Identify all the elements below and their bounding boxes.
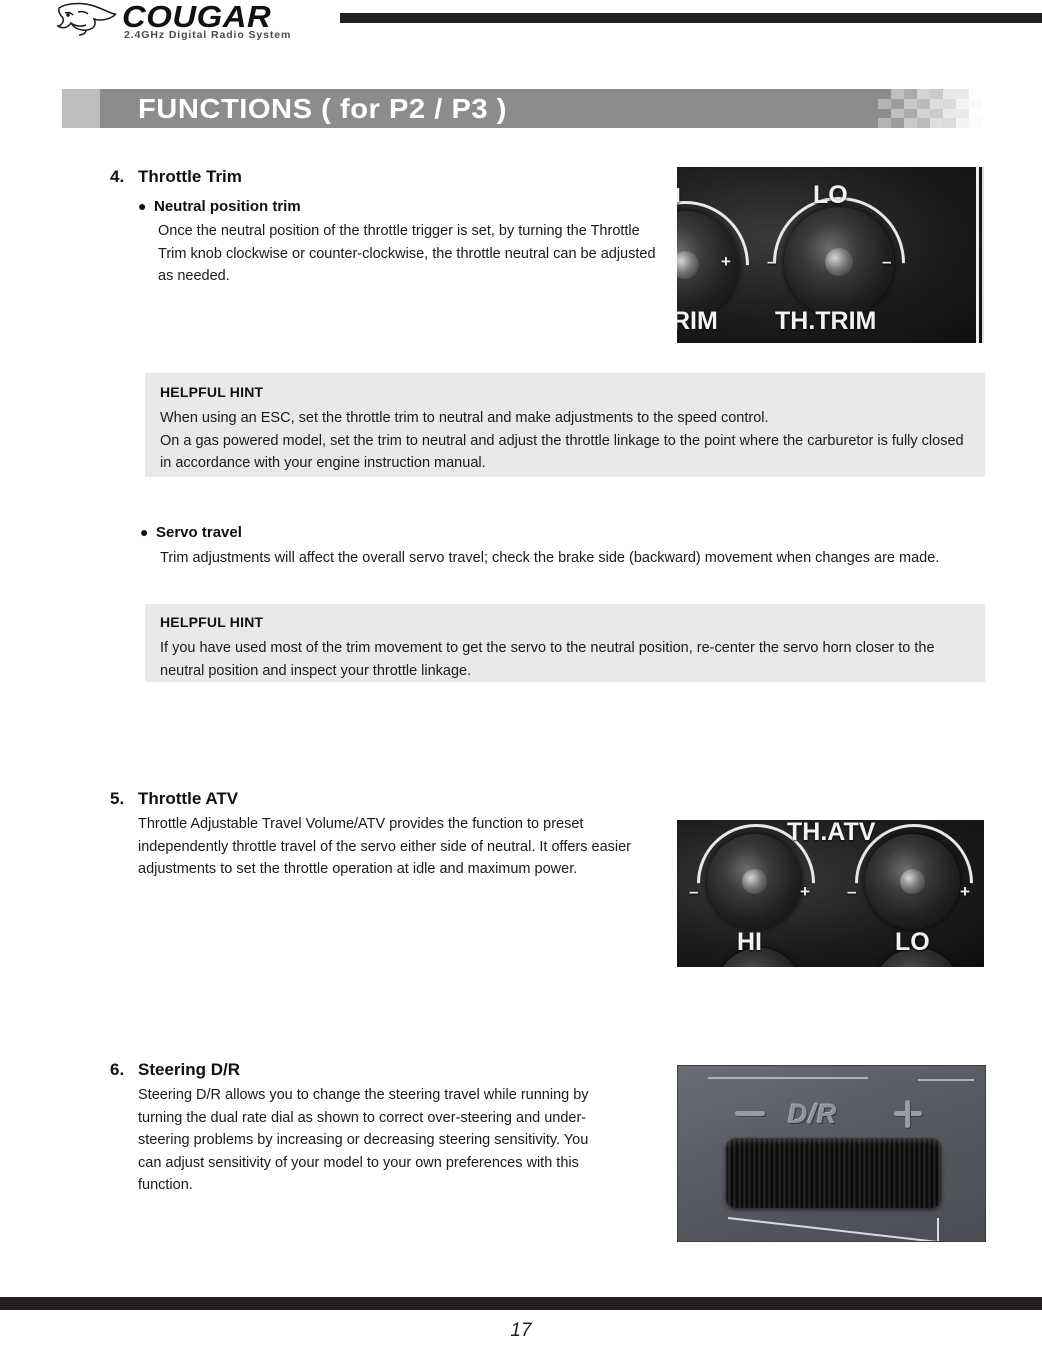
checker-cell: [917, 89, 930, 99]
photo-edge-line-2: [982, 167, 984, 343]
footer-rule: [0, 1297, 1042, 1310]
section-6-body: Steering D/R allows you to change the st…: [138, 1087, 589, 1193]
checker-cell: [930, 118, 943, 128]
section-5-title: Throttle ATV: [138, 789, 239, 808]
checker-cell: [969, 98, 982, 109]
photo-sign-atv-plus-right: +: [960, 882, 970, 901]
dr-hairline-marks: [727, 1217, 939, 1241]
section-5-body: Throttle Adjustable Travel Volume/ATV pr…: [138, 816, 632, 877]
bullet-neutral-position-trim: ● Neutral position trim: [138, 198, 301, 215]
section-5-heading: 5. Throttle ATV: [110, 789, 238, 809]
checker-cell: [878, 108, 891, 119]
checker-cell: [891, 108, 904, 119]
section-4-servo-travel-body: Trim adjustments will affect the overall…: [160, 550, 940, 566]
checker-cell: [956, 98, 969, 109]
photo-label-hi-partial: I: [677, 185, 681, 207]
section-4-number: 4.: [110, 167, 125, 186]
brand-tagline: 2.4GHz Digital Radio System: [124, 29, 292, 41]
checker-pattern: [878, 89, 982, 128]
banner-left-accent-block: [62, 89, 100, 128]
checker-cell: [943, 89, 956, 99]
page-number: 17: [510, 1320, 532, 1341]
checker-cell: [878, 118, 891, 128]
checker-cell: [917, 118, 930, 128]
section-6-title: Steering D/R: [138, 1060, 241, 1079]
checker-cell: [891, 89, 904, 99]
brand-wordmark: COUGAR: [122, 0, 272, 34]
photo-sign-plus: +: [721, 252, 731, 271]
photo-edge-line-1: [976, 167, 979, 343]
photo-sign-minus-left: –: [767, 252, 777, 271]
hint-1-body: When using an ESC, set the throttle trim…: [160, 410, 964, 471]
checker-cell: [930, 89, 943, 99]
checker-cell: [969, 89, 982, 99]
checker-cell: [943, 98, 956, 109]
checker-cell: [943, 108, 956, 119]
bullet-neutral-position-trim-label: Neutral position trim: [154, 198, 301, 215]
checker-cell: [904, 108, 917, 119]
hint-2-title: HELPFUL HINT: [160, 614, 264, 630]
brand-logo: COUGAR 2.4GHz Digital Radio System: [56, 0, 346, 42]
section-4-heading: 4. Throttle Trim: [110, 167, 242, 187]
checker-cell: [969, 108, 982, 119]
checker-cell: [891, 98, 904, 109]
checker-cell: [891, 118, 904, 128]
bullet-dot-icon: ●: [138, 198, 147, 214]
section-4-neutral-trim-body: Once the neutral position of the throttl…: [158, 223, 656, 284]
checker-cell: [956, 108, 969, 119]
section-6-heading: 6. Steering D/R: [110, 1060, 240, 1080]
section-4-title: Throttle Trim: [138, 167, 242, 186]
checker-cell: [930, 98, 943, 109]
hint-1-title: HELPFUL HINT: [160, 384, 264, 400]
photo-sign-minus-right: –: [882, 252, 892, 271]
page-header: COUGAR 2.4GHz Digital Radio System: [0, 0, 1042, 60]
photo-label-lo: LO: [813, 181, 848, 209]
checker-cell: [904, 118, 917, 128]
photo-label-th-atv: TH.ATV: [787, 820, 876, 846]
cougar-head-icon: [56, 2, 117, 36]
bullet-servo-travel-label: Servo travel: [156, 524, 242, 541]
photo-sign-dr-plus-vertical: [905, 1100, 910, 1128]
photo-throttle-trim: I LO + – – RIM TH.TRIM: [677, 167, 984, 343]
checker-cell: [956, 89, 969, 99]
checker-cell: [956, 118, 969, 128]
section-6-number: 6.: [110, 1060, 125, 1079]
checker-cell: [878, 89, 891, 99]
section-5-number: 5.: [110, 789, 125, 808]
photo-label-dr: D/R: [788, 1099, 838, 1129]
checker-cell: [969, 118, 982, 128]
photo-label-lo: LO: [895, 928, 930, 956]
banner-title: FUNCTIONS ( for P2 / P3 ): [138, 93, 507, 124]
dr-dial: [726, 1138, 941, 1208]
checker-cell: [904, 98, 917, 109]
checker-cell: [878, 98, 891, 109]
photo-sign-dr-minus: [735, 1111, 765, 1116]
photo-label-hi: HI: [737, 928, 762, 956]
bullet-servo-travel: ● Servo travel: [140, 524, 242, 541]
photo-sign-atv-plus-left: +: [800, 882, 810, 901]
photo-steering-dr: D/R: [677, 1065, 986, 1242]
checker-cell: [930, 108, 943, 119]
checker-cell: [943, 118, 956, 128]
section-banner: FUNCTIONS ( for P2 / P3 ): [62, 89, 982, 128]
photo-label-th-trim: TH.TRIM: [775, 307, 877, 335]
checker-cell: [917, 98, 930, 109]
bullet-dot-icon: ●: [140, 524, 149, 540]
checker-cell: [917, 108, 930, 119]
checker-cell: [904, 89, 917, 99]
photo-label-trim-partial: RIM: [677, 307, 718, 335]
photo-throttle-atv: TH.ATV – + – + HI LO: [677, 820, 984, 967]
dr-top-hairline: [708, 1077, 974, 1081]
hint-2-body: If you have used most of the trim moveme…: [160, 640, 935, 679]
header-rule: [340, 13, 1042, 23]
photo-sign-atv-minus-left: –: [689, 882, 699, 901]
photo-sign-atv-minus-right: –: [847, 882, 857, 901]
